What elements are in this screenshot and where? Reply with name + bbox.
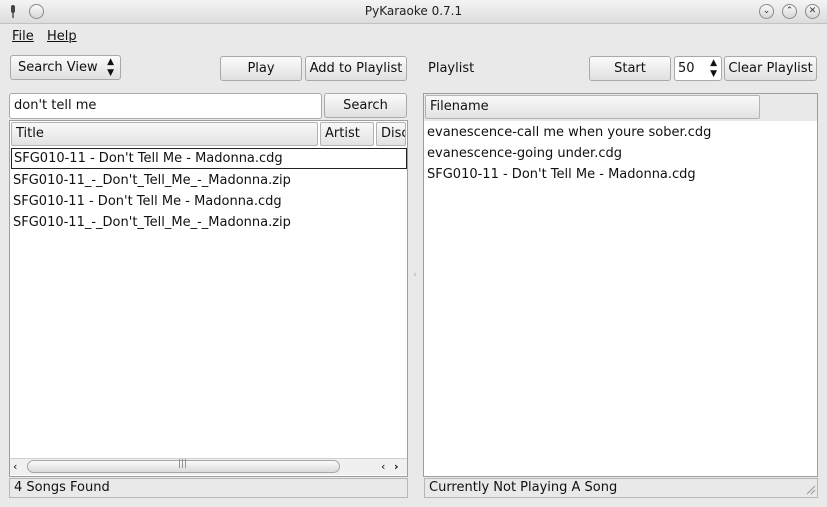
chevron-up-icon[interactable]: ⌃	[782, 4, 797, 19]
volume-value: 50	[678, 61, 695, 76]
playlist-row[interactable]: SFG010-11 - Don't Tell Me - Madonna.cdg	[425, 164, 815, 185]
result-row[interactable]: SFG010-11_-_Don't_Tell_Me_-_Madonna.zip	[11, 212, 407, 233]
menu-bar	[0, 25, 827, 49]
result-row[interactable]: SFG010-11 - Don't Tell Me - Madonna.cdg	[11, 148, 407, 169]
view-select[interactable]: Search View ▲ ▼	[10, 55, 121, 80]
search-input[interactable]: don't tell me	[9, 93, 322, 119]
playlist-row[interactable]: evanescence-call me when youre sober.cdg	[425, 122, 815, 143]
scroll-right-icon[interactable]: ›	[394, 458, 399, 475]
scroll-left-icon[interactable]: ‹	[13, 458, 17, 475]
volume-spinbox[interactable]: 50 ▲ ▼	[674, 56, 722, 81]
updown-arrows-icon: ▲ ▼	[107, 57, 114, 78]
updown-arrows-icon[interactable]: ▲ ▼	[710, 58, 717, 80]
scroll-left-icon[interactable]: ‹	[381, 458, 385, 475]
search-input-value: don't tell me	[14, 98, 97, 113]
menu-file[interactable]: File	[12, 29, 34, 44]
splitter-grip-icon: ‹	[413, 270, 417, 280]
result-row[interactable]: SFG010-11_-_Don't_Tell_Me_-_Madonna.zip	[11, 170, 407, 191]
close-icon[interactable]: ✕	[805, 4, 820, 19]
column-header-disc[interactable]: Disc	[376, 122, 406, 146]
menu-help[interactable]: Help	[47, 29, 77, 44]
scrollbar-thumb[interactable]: |||	[27, 459, 340, 473]
column-header-artist[interactable]: Artist	[320, 122, 374, 146]
column-header-title[interactable]: Title	[11, 122, 318, 146]
search-button[interactable]: Search	[324, 93, 407, 118]
playlist-row[interactable]: evanescence-going under.cdg	[425, 143, 815, 164]
view-select-label: Search View	[18, 60, 98, 75]
add-to-playlist-button[interactable]: Add to Playlist	[305, 56, 407, 81]
splitter-handle[interactable]: ‹	[411, 120, 421, 477]
chevron-down-icon[interactable]: ⌄	[759, 4, 774, 19]
results-status: 4 Songs Found	[9, 478, 408, 498]
column-header-filename[interactable]: Filename	[425, 95, 760, 119]
window-title: PyKaraoke 0.7.1	[364, 4, 463, 18]
playlist-label: Playlist	[428, 61, 475, 76]
start-button[interactable]: Start	[589, 56, 671, 81]
results-status-text: 4 Songs Found	[14, 480, 110, 495]
playback-status: Currently Not Playing A Song	[424, 478, 818, 498]
clear-playlist-button[interactable]: Clear Playlist	[724, 56, 817, 81]
grip-icon: |||	[178, 459, 188, 469]
playback-status-text: Currently Not Playing A Song	[429, 480, 618, 495]
play-button[interactable]: Play	[220, 56, 302, 81]
resize-grip-icon[interactable]	[806, 484, 816, 495]
result-row[interactable]: SFG010-11 - Don't Tell Me - Madonna.cdg	[11, 191, 407, 212]
